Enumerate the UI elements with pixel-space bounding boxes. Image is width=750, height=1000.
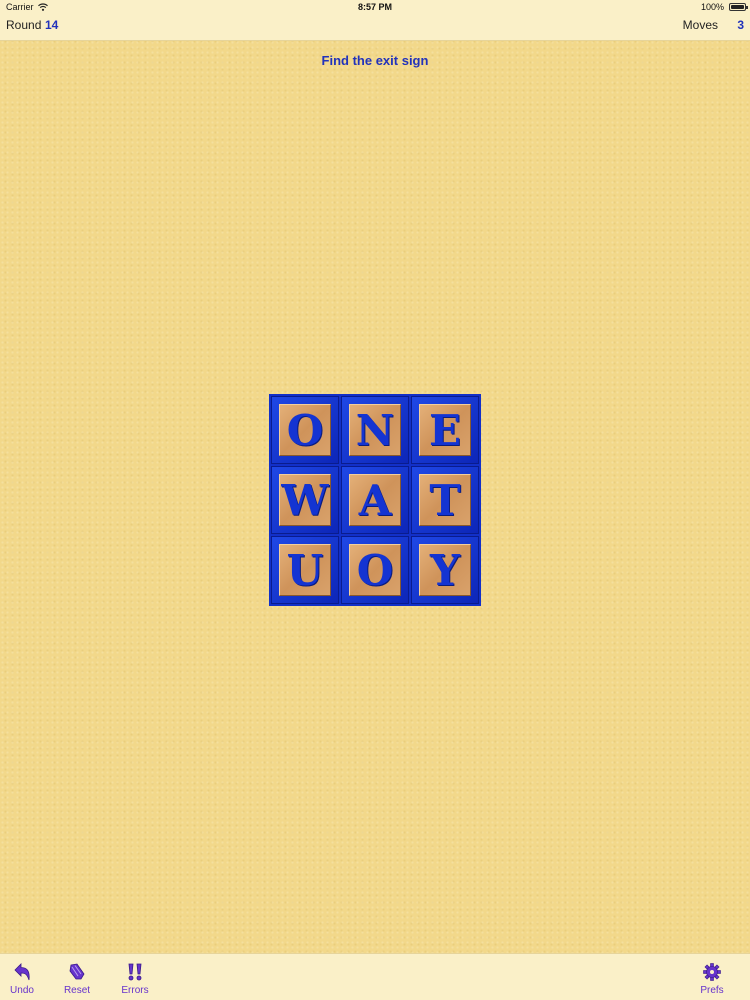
battery-percent: 100% [700, 2, 724, 12]
battery-icon [729, 3, 748, 11]
tile-r2-c1[interactable]: W [271, 466, 339, 534]
reset-label: Reset [63, 985, 91, 996]
errors-icon [128, 963, 142, 981]
puzzle-grid: O N E W A T U O Y [269, 394, 481, 606]
errors-button[interactable]: Errors [113, 962, 157, 996]
tile-r3-c1[interactable]: U [271, 536, 339, 604]
status-bar: Carrier 8:57 PM 100% [0, 0, 750, 14]
gear-icon [703, 963, 721, 981]
reset-button[interactable]: Reset [55, 962, 99, 996]
undo-label: Undo [10, 985, 34, 996]
tile-letter: W [279, 474, 331, 526]
tile-letter: O [279, 404, 331, 456]
tile-letter: Y [419, 544, 471, 596]
tile-r3-c2[interactable]: O [341, 536, 409, 604]
tile-letter: T [419, 474, 471, 526]
tile-r2-c2[interactable]: A [341, 466, 409, 534]
header-bar: Round 14 Moves 3 [0, 14, 750, 41]
bottom-toolbar: Undo Reset Errors Prefs [0, 953, 750, 1000]
moves-label: Moves [682, 18, 718, 32]
undo-icon [14, 963, 30, 981]
errors-label: Errors [121, 985, 149, 996]
tile-letter: U [279, 544, 331, 596]
round-label: Round [6, 18, 42, 32]
hint-text: Find the exit sign [321, 53, 429, 68]
tile-r1-c2[interactable]: N [341, 396, 409, 464]
tile-r1-c1[interactable]: O [271, 396, 339, 464]
tile-letter: A [349, 474, 401, 526]
round-value: 14 [45, 18, 59, 32]
tile-r2-c3[interactable]: T [411, 466, 479, 534]
reset-icon [69, 963, 85, 980]
moves-value: 3 [737, 18, 744, 32]
prefs-button[interactable]: Prefs [690, 962, 734, 996]
tile-letter: E [419, 404, 471, 456]
tile-r3-c3[interactable]: Y [411, 536, 479, 604]
clock: 8:57 PM [357, 2, 392, 12]
prefs-label: Prefs [700, 985, 724, 996]
tile-letter: O [349, 544, 401, 596]
tile-r1-c3[interactable]: E [411, 396, 479, 464]
undo-button[interactable]: Undo [0, 962, 44, 996]
tile-letter: N [349, 404, 401, 456]
